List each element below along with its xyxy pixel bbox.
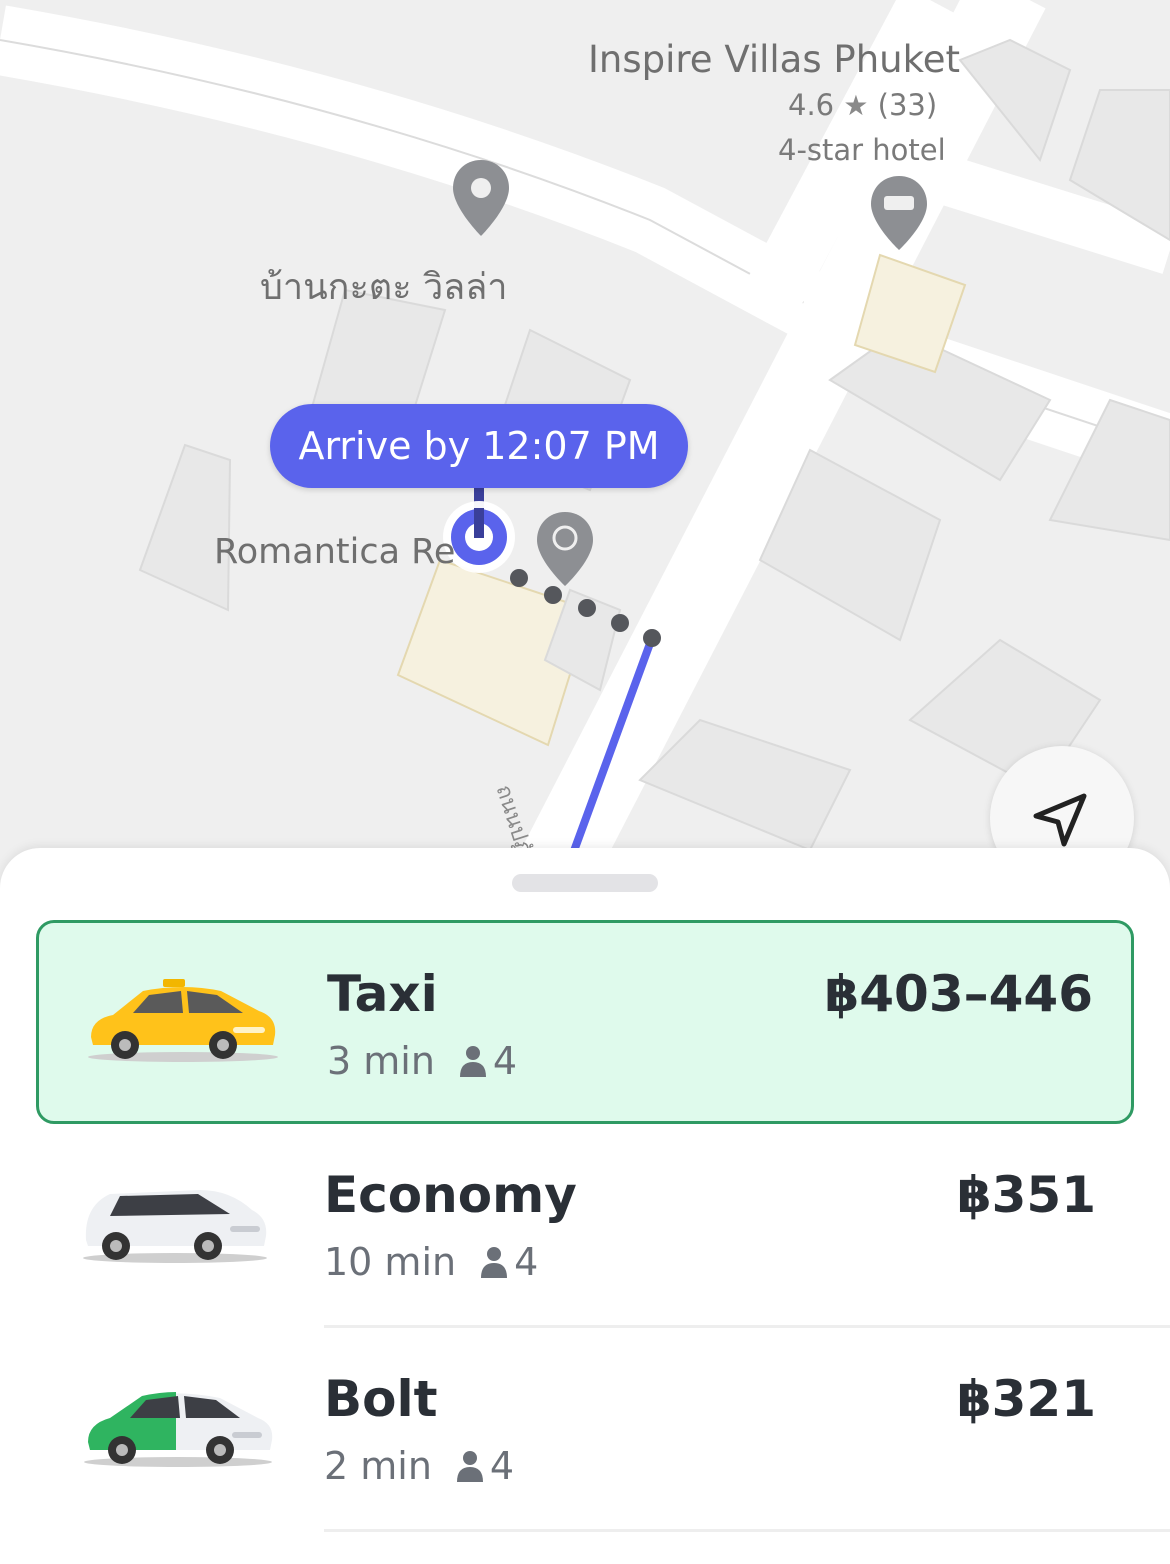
arrive-by-pill: Arrive by 12:07 PM (270, 404, 688, 488)
place-name-thai[interactable]: บ้านกะตะ วิลล่า (260, 258, 508, 315)
ride-price: ฿351 (956, 1166, 1096, 1224)
person-icon (481, 1247, 508, 1278)
star-icon: ★ (843, 89, 869, 122)
poi-review-count: (33) (877, 88, 938, 122)
poi-name[interactable]: Inspire Villas Phuket (588, 38, 960, 81)
ride-meta: 3 min 4 (327, 1039, 517, 1083)
poi-rating-value: 4.6 (788, 88, 835, 122)
ride-price: ฿403–446 (824, 965, 1093, 1023)
ride-options-sheet: Taxi ฿403–446 3 min 4 Economy ฿351 10 mi… (0, 848, 1170, 1564)
map-view[interactable]: Inspire Villas Phuket 4.6 ★ (33) 4-star … (0, 0, 1170, 900)
ride-meta: 10 min 4 (324, 1240, 538, 1284)
ride-seats: 4 (492, 1039, 518, 1083)
ride-name: Taxi (327, 965, 438, 1023)
ride-eta: 10 min (324, 1240, 457, 1284)
divider (324, 1529, 1170, 1532)
beach-pin-icon[interactable] (537, 512, 593, 586)
ride-option-bolt[interactable]: Bolt ฿321 2 min 4 (36, 1328, 1134, 1532)
ride-seats: 4 (489, 1444, 515, 1488)
sheet-drag-handle[interactable] (512, 874, 658, 892)
resort-label[interactable]: Romantica Re (214, 532, 455, 572)
yellow-taxi-car-icon (88, 979, 278, 1062)
ride-seats: 4 (514, 1240, 539, 1284)
ride-meta: 2 min 4 (324, 1444, 514, 1488)
place-pin-icon[interactable] (453, 160, 509, 236)
green-bolt-car-icon (84, 1392, 273, 1467)
poi-category: 4-star hotel (778, 133, 946, 167)
navigation-arrow-icon (1033, 793, 1087, 847)
ride-eta: 3 min (327, 1039, 435, 1083)
person-icon (459, 1046, 486, 1077)
ride-eta: 2 min (324, 1444, 432, 1488)
person-icon (456, 1451, 483, 1482)
white-economy-car-icon (83, 1190, 267, 1263)
ride-name: Bolt (324, 1370, 438, 1428)
ride-option-taxi[interactable]: Taxi ฿403–446 3 min 4 (36, 920, 1134, 1124)
ride-name: Economy (324, 1166, 577, 1224)
ride-price: ฿321 (956, 1370, 1096, 1428)
ride-option-economy[interactable]: Economy ฿351 10 min 4 (36, 1124, 1134, 1328)
poi-rating: 4.6 ★ (33) (788, 88, 937, 122)
